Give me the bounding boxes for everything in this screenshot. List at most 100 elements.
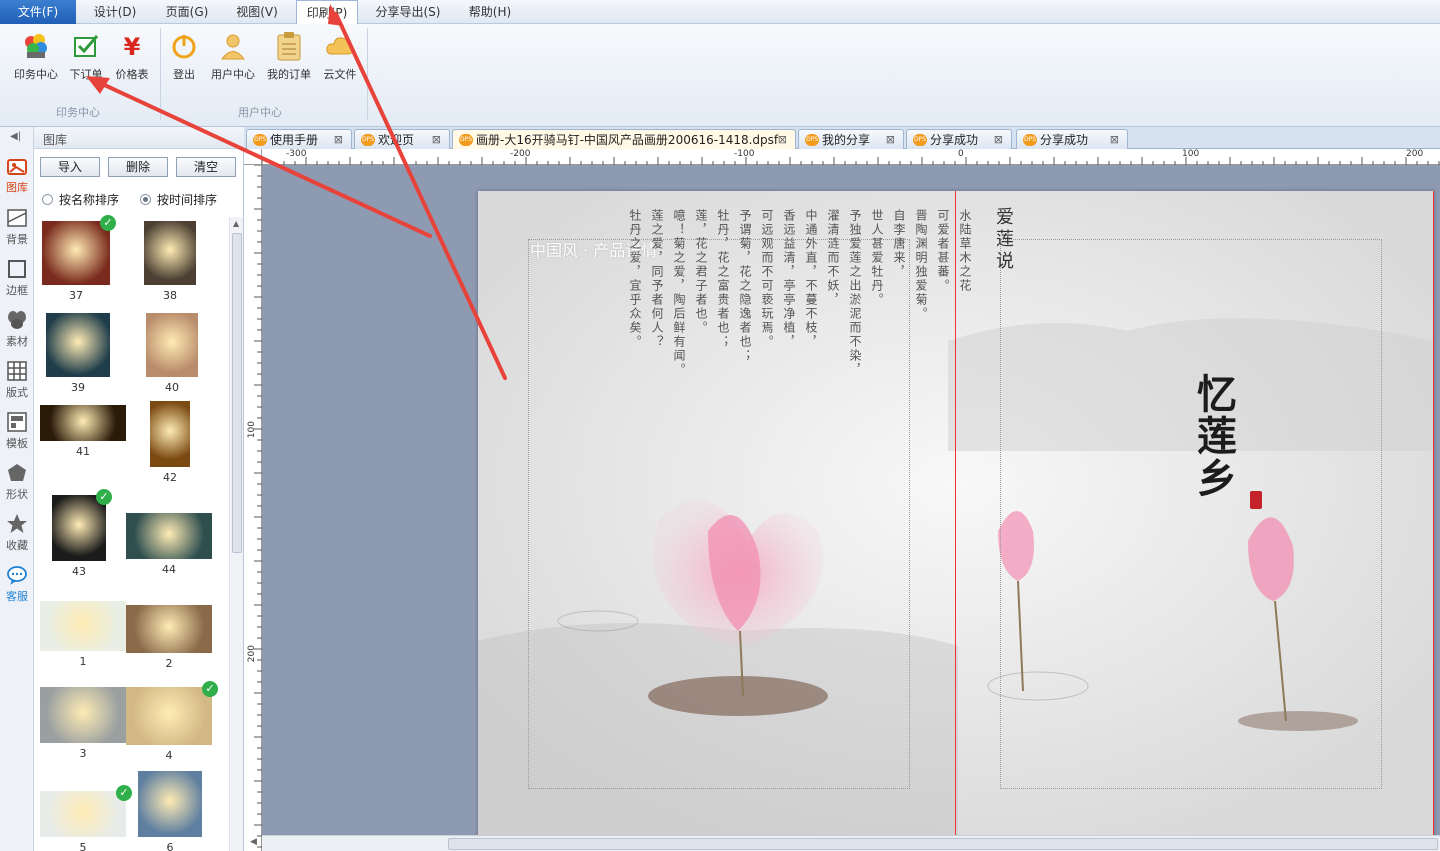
menu-page[interactable]: 页面(G)	[156, 0, 218, 24]
my-orders-button[interactable]: 我的订单	[262, 30, 316, 82]
poem-column: 牡丹之爱，宜乎众矣。	[628, 209, 642, 349]
collapse-panel-icon[interactable]: ◀|	[10, 131, 21, 142]
strip-item-support[interactable]: 客服	[0, 564, 34, 604]
sort-by-time-label: 按时间排序	[157, 193, 218, 207]
strip-label: 客服	[6, 590, 28, 603]
canvas-scroll-thumb[interactable]	[448, 838, 1438, 850]
strip-label: 边框	[6, 284, 28, 297]
import-button[interactable]: 导入	[40, 157, 100, 177]
thumbnail-image	[126, 687, 212, 745]
strip-item-shape[interactable]: 形状	[0, 462, 34, 502]
scroll-up-icon[interactable]: ▲	[233, 219, 239, 228]
thumbnail-image	[144, 221, 196, 285]
poem-column: 世人甚爱牡丹。	[870, 209, 884, 307]
gallery-thumbnail[interactable]: 37 ✓	[42, 215, 116, 303]
design-canvas[interactable]: 10 11	[262, 165, 1440, 835]
scroll-left-icon[interactable]: ◀	[250, 837, 257, 847]
cloud-icon	[324, 30, 356, 62]
ribbon-separator	[367, 28, 368, 120]
thumbnail-image	[46, 313, 110, 377]
poem-column: 自李唐来，	[892, 209, 906, 279]
close-icon[interactable]: ⊠	[334, 133, 343, 146]
poem-column: 水陆草木之花	[958, 209, 972, 293]
tab-label: 欢迎页	[378, 133, 415, 147]
tab-share-success[interactable]: DPS 分享成功 ⊠	[906, 129, 1012, 149]
gallery-thumbnail[interactable]: 38	[144, 221, 196, 303]
logout-button[interactable]: 登出	[166, 30, 202, 82]
clipboard-icon	[273, 30, 305, 62]
sort-by-name-option[interactable]: 按名称排序	[42, 191, 119, 208]
tab-share-success-2[interactable]: DPS 分享成功 ⊠	[1016, 129, 1128, 149]
gallery-scroll-thumb[interactable]	[232, 233, 242, 553]
gallery-thumbnail[interactable]: 5 ✓	[40, 785, 132, 851]
strip-item-material[interactable]: 素材	[0, 309, 34, 349]
tab-brochure-document[interactable]: DPS 画册-大16开骑马钉-中国风产品画册200616-1418.dpsf ⊠	[452, 129, 796, 149]
poem-column: 牡丹，花之富贵者也；	[716, 209, 730, 349]
print-center-button[interactable]: 印务中心	[10, 30, 62, 82]
gallery-thumbnail[interactable]: 39	[46, 313, 110, 395]
poem-column: 中通外直，不蔓不枝，	[804, 209, 818, 349]
star-icon	[6, 513, 28, 535]
gallery-thumbnail[interactable]: 43 ✓	[52, 489, 112, 579]
poem-column: 香远益清，亭亭净植，	[782, 209, 796, 349]
strip-item-template[interactable]: 模板	[0, 411, 34, 451]
tab-my-share[interactable]: DPS 我的分享 ⊠	[798, 129, 904, 149]
close-icon[interactable]: ⊠	[1110, 133, 1119, 146]
close-icon[interactable]: ⊠	[886, 133, 895, 146]
gallery-icon	[6, 155, 28, 177]
sort-by-name-radio[interactable]	[42, 194, 53, 205]
sort-by-time-radio[interactable]	[140, 194, 151, 205]
cloud-files-button[interactable]: 云文件	[318, 30, 362, 82]
strip-item-border[interactable]: 边框	[0, 258, 34, 298]
gallery-thumbnail[interactable]: 2	[126, 605, 212, 671]
thumbnail-label: 4	[165, 749, 173, 762]
gallery-thumbnail[interactable]: 42	[150, 401, 190, 485]
menu-design[interactable]: 设计(D)	[84, 0, 146, 24]
poem-column: 可爱者甚蕃。	[936, 209, 950, 293]
gallery-thumbnail[interactable]: 41	[40, 405, 126, 459]
gallery-thumbnail[interactable]: 4 ✓	[126, 681, 218, 763]
thumbnail-image	[126, 605, 212, 653]
poem-column: 莲之爱，同予者何人？	[650, 209, 664, 349]
strip-item-background[interactable]: 背景	[0, 207, 34, 247]
tab-label: 我的分享	[822, 133, 871, 147]
print-group-label: 印务中心	[56, 106, 100, 119]
close-icon[interactable]: ⊠	[778, 133, 787, 146]
close-icon[interactable]: ⊠	[432, 133, 441, 146]
poem-column: 予谓菊，花之隐逸者也；	[738, 209, 752, 363]
power-icon	[168, 30, 200, 62]
close-icon[interactable]: ⊠	[994, 133, 1003, 146]
gallery-scrollbar[interactable]: ▲	[229, 217, 243, 851]
menu-share-export[interactable]: 分享导出(S)	[368, 0, 448, 24]
menu-print[interactable]: 印刷(P)	[296, 0, 358, 25]
price-list-button[interactable]: ¥ 价格表	[110, 30, 154, 82]
tab-label: 分享成功	[930, 133, 979, 147]
delete-button[interactable]: 删除	[108, 157, 168, 177]
strip-item-favorites[interactable]: 收藏	[0, 513, 34, 553]
brochure-spread[interactable]: 10 11	[478, 191, 1434, 835]
place-order-button[interactable]: 下订单	[66, 30, 106, 82]
sort-by-time-option[interactable]: 按时间排序	[140, 191, 217, 208]
menu-file[interactable]: 文件(F)	[0, 0, 76, 24]
user-center-button[interactable]: 用户中心	[206, 30, 260, 82]
ruler-label: -200	[510, 149, 531, 159]
gallery-thumbnail[interactable]: 1	[40, 601, 126, 669]
strip-item-layout[interactable]: 版式	[0, 360, 34, 400]
gallery-thumbnail[interactable]: 40	[146, 313, 198, 395]
gallery-panel-header: 图库	[34, 127, 244, 149]
poem-column: 莲，花之君子者也。	[694, 209, 708, 335]
gallery-panel-title: 图库	[43, 133, 68, 147]
tab-welcome[interactable]: DPS 欢迎页 ⊠	[354, 129, 450, 149]
gallery-thumbnail[interactable]: 44	[126, 513, 212, 577]
user-center-label: 用户中心	[211, 68, 255, 81]
clear-button[interactable]: 清空	[176, 157, 236, 177]
tab-user-manual[interactable]: DPS 使用手册 ⊠	[246, 129, 352, 149]
canvas-horizontal-scrollbar[interactable]: ◀	[250, 835, 1440, 851]
gallery-thumbnail[interactable]: 6	[138, 771, 202, 851]
menu-view[interactable]: 视图(V)	[226, 0, 288, 24]
thumbnail-label: 40	[165, 381, 179, 394]
strip-item-gallery[interactable]: 图库	[0, 155, 34, 195]
menu-help[interactable]: 帮助(H)	[460, 0, 520, 24]
ruler-corner	[244, 149, 262, 165]
gallery-thumbnail[interactable]: 3	[40, 687, 126, 761]
